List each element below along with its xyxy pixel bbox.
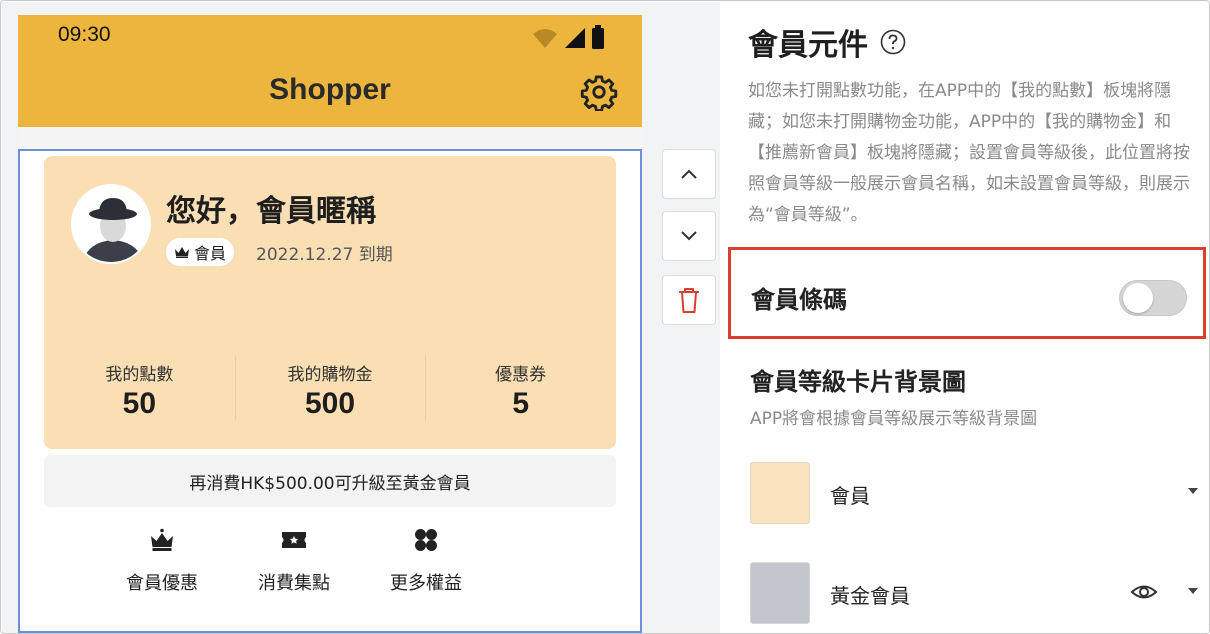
move-down-button[interactable]	[662, 211, 716, 261]
avatar	[71, 184, 151, 264]
stat-value: 5	[512, 387, 530, 420]
upgrade-progress-text: 再消費HK$500.00可升級至黃金會員	[44, 455, 616, 507]
dropdown-caret-icon[interactable]	[1188, 588, 1198, 594]
member-level-badge: 會員	[166, 238, 235, 266]
status-icons	[532, 23, 604, 49]
level-name: 黃金會員	[830, 584, 910, 608]
move-up-button[interactable]	[662, 149, 716, 199]
gear-icon[interactable]	[580, 73, 618, 111]
member-expiry: 2022.12.27 到期	[256, 245, 393, 265]
benefits-row: 會員優惠 消費集點 更多權益	[118, 525, 470, 595]
level-row-gold[interactable]: 黃金會員	[750, 562, 1198, 626]
benefit-spend-points[interactable]: 消費集點	[250, 525, 338, 595]
barcode-setting-row: 會員條碼	[728, 247, 1206, 339]
member-greeting: 您好，會員暱稱	[166, 194, 376, 229]
battery-icon	[592, 25, 604, 49]
window-frame: 09:30 Shopper 您好，會員暱稱 會員 2022.12.27 到期 我…	[0, 0, 1210, 634]
crown-icon	[175, 247, 189, 258]
benefit-label: 消費集點	[258, 573, 330, 594]
app-title: Shopper	[269, 73, 391, 106]
benefit-member-offers[interactable]: 會員優惠	[118, 525, 206, 595]
barcode-label: 會員條碼	[751, 286, 847, 314]
benefit-label: 更多權益	[390, 573, 462, 594]
stat-label: 優惠券	[495, 365, 547, 385]
level-row-member[interactable]: 會員	[750, 462, 1198, 526]
toggle-knob	[1123, 283, 1153, 313]
stat-value: 50	[122, 387, 157, 420]
member-component-selected[interactable]: 您好，會員暱稱 會員 2022.12.27 到期 我的點數 50 我的購物金 5…	[18, 149, 642, 633]
level-background-title: 會員等級卡片背景圖	[750, 368, 966, 396]
member-level-label: 會員	[194, 244, 227, 263]
level-name: 會員	[830, 484, 870, 508]
panel-title: 會員元件	[748, 20, 906, 64]
member-card: 您好，會員暱稱 會員 2022.12.27 到期 我的點數 50 我的購物金 5…	[44, 156, 616, 449]
stat-coupons[interactable]: 優惠券 5	[425, 356, 616, 428]
level-color-swatch[interactable]	[750, 462, 810, 524]
stat-label: 我的點數	[105, 365, 174, 385]
benefit-more-rights[interactable]: 更多權益	[382, 525, 470, 595]
stat-label: 我的購物金	[287, 365, 373, 385]
panel-description: 如您未打開點數功能，在APP中的【我的點數】板塊將隱藏；如您未打開購物金功能，A…	[748, 81, 1190, 225]
member-stats: 我的點數 50 我的購物金 500 優惠券 5	[44, 356, 616, 428]
stat-shopping-credit[interactable]: 我的購物金 500	[234, 356, 426, 428]
clover-icon	[415, 529, 437, 551]
chevron-up-icon	[681, 169, 697, 179]
barcode-toggle[interactable]	[1119, 280, 1187, 316]
level-color-swatch[interactable]	[750, 562, 810, 624]
chevron-down-icon	[681, 231, 697, 241]
level-background-subtitle: APP將會根據會員等級展示等級背景圖	[750, 409, 1038, 429]
crown-icon	[151, 528, 173, 551]
status-time: 09:30	[58, 23, 111, 46]
help-icon[interactable]	[880, 29, 906, 55]
phone-preview: 09:30 Shopper 您好，會員暱稱 會員 2022.12.27 到期 我…	[18, 15, 642, 633]
stat-value: 500	[304, 387, 356, 420]
eye-icon[interactable]	[1130, 578, 1158, 606]
app-bar: 09:30 Shopper	[18, 15, 642, 127]
stat-points[interactable]: 我的點數 50	[44, 356, 235, 428]
settings-panel: 會員元件 如您未打開點數功能，在APP中的【我的點數】板塊將隱藏；如您未打開購物…	[720, 2, 1209, 633]
cellular-signal-icon	[565, 28, 585, 48]
wifi-icon	[533, 29, 557, 48]
delete-button[interactable]	[662, 275, 716, 325]
panel-title-text: 會員元件	[748, 28, 868, 63]
ticket-icon	[282, 532, 306, 548]
user-avatar-icon	[73, 186, 149, 262]
trash-icon	[679, 288, 699, 313]
benefit-label: 會員優惠	[126, 573, 198, 594]
dropdown-caret-icon[interactable]	[1188, 488, 1198, 494]
